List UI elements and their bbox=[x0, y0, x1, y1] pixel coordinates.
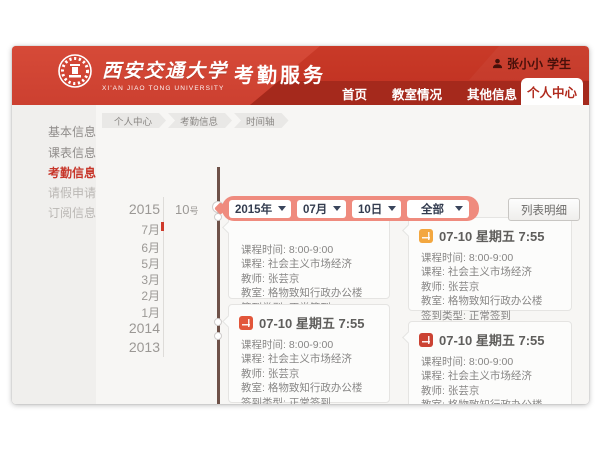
card-header: 07-10 星期五 7:55 bbox=[409, 322, 571, 351]
chevron-down-icon bbox=[278, 206, 286, 211]
attendance-card: 07-10 星期五 7:55 课程时间: 8:00-9:00 课程: 社会主义市… bbox=[408, 217, 572, 311]
nav-item-home[interactable]: 首页 bbox=[342, 84, 367, 103]
day-dropdown[interactable]: 10日 bbox=[352, 200, 401, 218]
day-marker-10: 10号 bbox=[175, 202, 198, 217]
status-icon bbox=[419, 333, 433, 347]
card-date: 07-10 星期五 7:55 bbox=[259, 313, 365, 332]
app-title: 考勤服务 bbox=[234, 59, 326, 88]
nav-item-personal-center[interactable]: 个人中心 bbox=[521, 78, 583, 105]
breadcrumb-timeline[interactable]: 时间轴 bbox=[234, 113, 289, 128]
filterbar: 2015年 07月 10日 全部 bbox=[222, 196, 479, 221]
university-logo-icon bbox=[57, 53, 93, 89]
chevron-down-icon bbox=[388, 206, 396, 211]
year-dropdown[interactable]: 2015年 bbox=[229, 200, 291, 218]
scale-month-jun[interactable]: 6月 bbox=[110, 239, 160, 256]
scale-year-2014[interactable]: 2014 bbox=[110, 320, 160, 336]
app-header: 西安交通大学 XI'AN JIAO TONG UNIVERSITY 考勤服务 张… bbox=[12, 46, 589, 105]
card-date: 07-10 星期五 7:55 bbox=[439, 330, 545, 349]
university-name-block: 西安交通大学 XI'AN JIAO TONG UNIVERSITY bbox=[102, 56, 228, 92]
scale-year-2015[interactable]: 2015 bbox=[110, 201, 160, 217]
breadcrumb-personal-center[interactable]: 个人中心 bbox=[102, 113, 166, 128]
chevron-down-icon bbox=[455, 206, 463, 211]
scale-month-mar[interactable]: 3月 bbox=[110, 271, 160, 288]
sidebar-item-leave-request[interactable]: 请假申请 bbox=[48, 184, 96, 201]
selected-month-tick bbox=[161, 222, 164, 231]
timeline-node bbox=[214, 318, 222, 326]
sidebar-item-basic-info[interactable]: 基本信息 bbox=[48, 123, 96, 140]
sidebar-item-attendance-info[interactable]: 考勤信息 bbox=[48, 164, 96, 181]
scale-month-may[interactable]: 5月 bbox=[110, 255, 160, 272]
scale-month-feb[interactable]: 2月 bbox=[110, 287, 160, 304]
main-nav: 首页 教室情况 其他信息 bbox=[342, 81, 517, 105]
user-name: 张小小 bbox=[507, 55, 543, 72]
status-icon bbox=[419, 229, 433, 243]
status-icon bbox=[239, 316, 253, 330]
user-role: 学生 bbox=[547, 55, 571, 72]
university-name-zh: 西安交通大学 bbox=[102, 56, 228, 83]
scale-separator-line bbox=[163, 197, 164, 357]
chevron-down-icon bbox=[333, 206, 341, 211]
content-area: 基本信息 课表信息 考勤信息 请假申请 订阅信息 个人中心 考勤信息 时间轴 2… bbox=[12, 105, 589, 404]
timeline-node bbox=[214, 332, 222, 340]
nav-item-other-info[interactable]: 其他信息 bbox=[467, 84, 517, 103]
scale-month-jan[interactable]: 1月 bbox=[110, 304, 160, 321]
card-body: 课程时间: 8:00-9:00 课程: 社会主义市场经济 教师: 张芸京 教室:… bbox=[409, 351, 571, 404]
card-body: 课程时间: 8:00-9:00 课程: 社会主义市场经济 教师: 张芸京 教室:… bbox=[409, 247, 571, 331]
user-icon bbox=[492, 58, 503, 69]
sidebar-item-schedule-info[interactable]: 课表信息 bbox=[48, 144, 96, 161]
nav-item-classrooms[interactable]: 教室情况 bbox=[392, 84, 442, 103]
attendance-card: 07-10 星期五 7:55 课程时间: 8:00-9:00 课程: 社会主义市… bbox=[228, 304, 390, 403]
app-window: 西安交通大学 XI'AN JIAO TONG UNIVERSITY 考勤服务 张… bbox=[12, 46, 589, 404]
card-body: 课程时间: 8:00-9:00 课程: 社会主义市场经济 教师: 张芸京 教室:… bbox=[229, 334, 389, 404]
breadcrumb-attendance-info[interactable]: 考勤信息 bbox=[168, 113, 232, 128]
card-header: 07-10 星期五 7:55 bbox=[229, 305, 389, 334]
card-date: 07-10 星期五 7:55 bbox=[439, 226, 545, 245]
screenshot-stage: 西安交通大学 XI'AN JIAO TONG UNIVERSITY 考勤服务 张… bbox=[0, 0, 600, 450]
user-info[interactable]: 张小小 学生 bbox=[492, 55, 571, 72]
category-dropdown[interactable]: 全部 bbox=[407, 200, 469, 218]
month-dropdown[interactable]: 07月 bbox=[297, 200, 346, 218]
card-header: 07-10 星期五 7:55 bbox=[409, 218, 571, 247]
list-detail-button[interactable]: 列表明细 bbox=[508, 198, 580, 221]
sidebar: 基本信息 课表信息 考勤信息 请假申请 订阅信息 bbox=[12, 105, 96, 404]
scale-year-2013[interactable]: 2013 bbox=[110, 339, 160, 355]
university-name-en: XI'AN JIAO TONG UNIVERSITY bbox=[102, 85, 228, 92]
scale-month-jul[interactable]: 7月 bbox=[110, 221, 160, 238]
breadcrumb: 个人中心 考勤信息 时间轴 bbox=[102, 113, 291, 128]
sidebar-item-subscription-info[interactable]: 订阅信息 bbox=[48, 204, 96, 221]
attendance-card: 07-10 星期五 7:55 课程时间: 8:00-9:00 课程: 社会主义市… bbox=[408, 321, 572, 404]
